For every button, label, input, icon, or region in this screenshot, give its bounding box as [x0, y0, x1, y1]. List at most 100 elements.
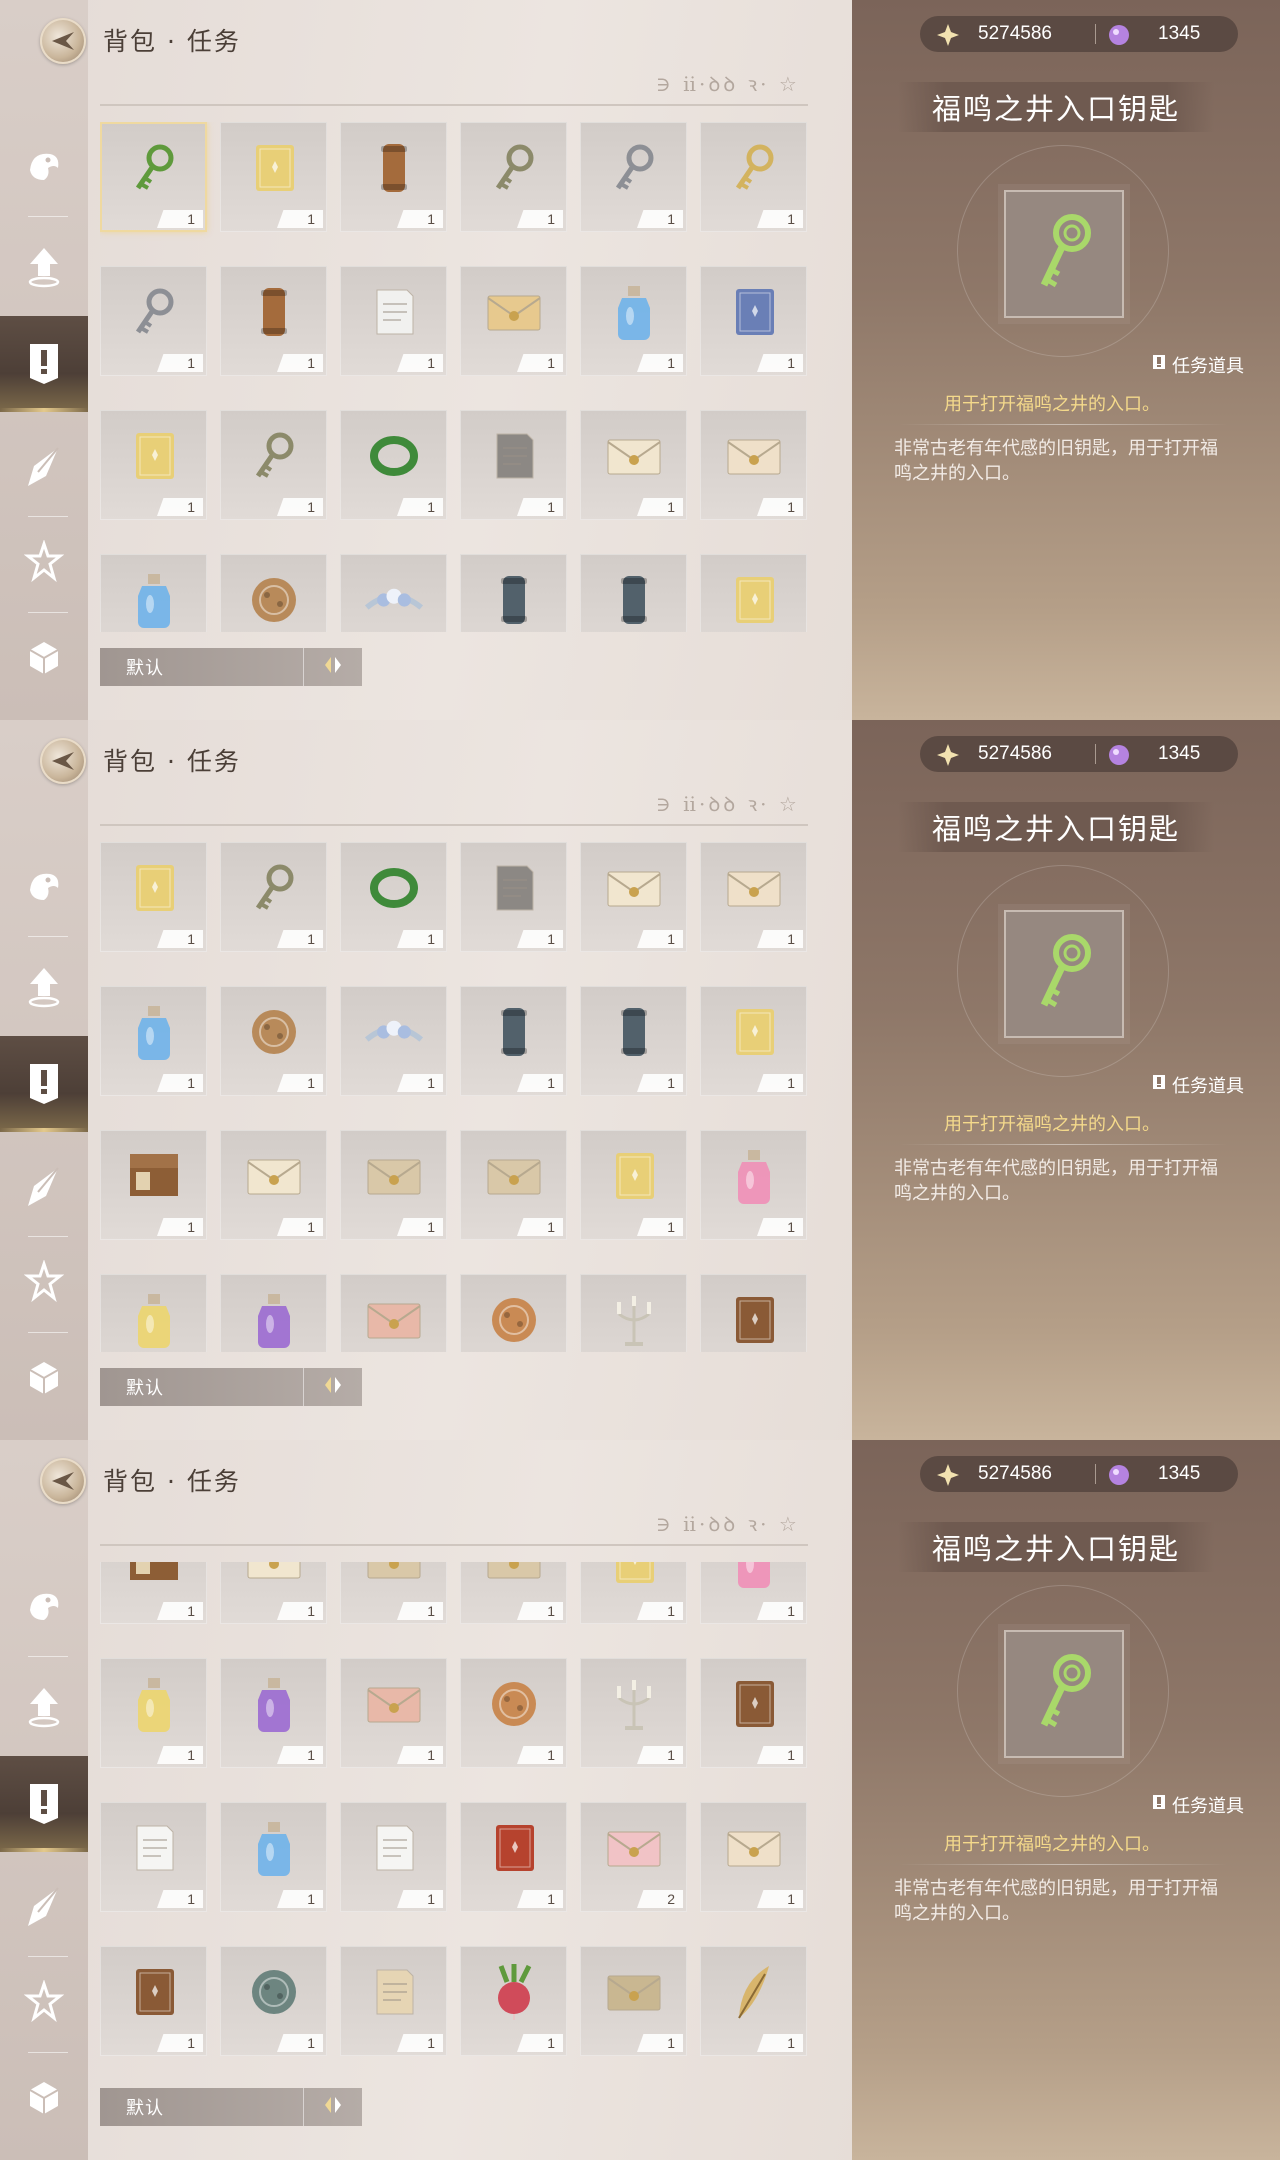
- inventory-slot[interactable]: 1: [220, 1562, 327, 1624]
- sort-dropdown[interactable]: 默认: [100, 1368, 362, 1406]
- inventory-slot[interactable]: 1: [460, 1562, 567, 1624]
- inventory-slot[interactable]: 1: [100, 1658, 207, 1768]
- inventory-slot[interactable]: 1: [700, 1802, 807, 1912]
- inventory-slot[interactable]: [580, 554, 687, 632]
- inventory-slot[interactable]: [340, 554, 447, 632]
- sidebar-item-shell[interactable]: [0, 840, 88, 936]
- gem-currency-icon[interactable]: [1106, 742, 1132, 774]
- inventory-slot[interactable]: 1: [700, 842, 807, 952]
- inventory-slot[interactable]: [460, 554, 567, 632]
- sidebar-item-star-sparkle[interactable]: [0, 1956, 88, 2052]
- inventory-slot[interactable]: 1: [220, 1802, 327, 1912]
- inventory-slot[interactable]: 1: [700, 410, 807, 520]
- inventory-slot[interactable]: 1: [460, 1658, 567, 1768]
- inventory-slot[interactable]: 1: [340, 122, 447, 232]
- inventory-slot[interactable]: 1: [100, 842, 207, 952]
- inventory-slot[interactable]: 1: [100, 1946, 207, 2056]
- sidebar-item-cube[interactable]: [0, 1332, 88, 1428]
- inventory-slot[interactable]: 1: [700, 1562, 807, 1624]
- inventory-slot[interactable]: [340, 1274, 447, 1352]
- sidebar-item-quest-exclamation[interactable]: [0, 1756, 88, 1852]
- inventory-slot[interactable]: 1: [700, 1658, 807, 1768]
- inventory-slot[interactable]: 1: [460, 266, 567, 376]
- sidebar-item-crystal-feather[interactable]: [0, 420, 88, 516]
- inventory-slot[interactable]: 1: [460, 842, 567, 952]
- inventory-slot[interactable]: 1: [340, 1946, 447, 2056]
- inventory-slot[interactable]: 1: [580, 1658, 687, 1768]
- sidebar-item-quest-exclamation[interactable]: [0, 1036, 88, 1132]
- gem-currency-icon[interactable]: [1106, 1462, 1132, 1494]
- inventory-slot[interactable]: 1: [340, 986, 447, 1096]
- inventory-slot[interactable]: 1: [580, 410, 687, 520]
- inventory-slot[interactable]: 1: [220, 986, 327, 1096]
- inventory-slot[interactable]: 1: [340, 842, 447, 952]
- inventory-slot[interactable]: 1: [100, 1802, 207, 1912]
- inventory-slot[interactable]: 1: [700, 122, 807, 232]
- item-grid[interactable]: 1 1 1 1 1 1 1 1 1 1: [100, 1562, 820, 2072]
- inventory-slot[interactable]: 1: [220, 266, 327, 376]
- inventory-slot[interactable]: [700, 1274, 807, 1352]
- sidebar-item-cube[interactable]: [0, 612, 88, 708]
- inventory-slot[interactable]: [580, 1274, 687, 1352]
- inventory-slot[interactable]: 1: [580, 266, 687, 376]
- inventory-slot[interactable]: 1: [460, 1946, 567, 2056]
- sidebar-item-cube[interactable]: [0, 2052, 88, 2148]
- inventory-slot[interactable]: 1: [580, 842, 687, 952]
- inventory-slot[interactable]: 1: [580, 1562, 687, 1624]
- sort-toggle-button[interactable]: [303, 1368, 362, 1406]
- inventory-slot[interactable]: 1: [700, 266, 807, 376]
- inventory-slot[interactable]: 1: [340, 1658, 447, 1768]
- sidebar-item-star-sparkle[interactable]: [0, 1236, 88, 1332]
- inventory-slot[interactable]: 1: [100, 1562, 207, 1624]
- inventory-slot[interactable]: [460, 1274, 567, 1352]
- sidebar-item-crystal-feather[interactable]: [0, 1140, 88, 1236]
- inventory-slot[interactable]: [100, 1274, 207, 1352]
- inventory-slot[interactable]: 1: [220, 1130, 327, 1240]
- inventory-slot[interactable]: 1: [700, 1946, 807, 2056]
- inventory-slot[interactable]: 1: [220, 842, 327, 952]
- inventory-slot[interactable]: 1: [460, 122, 567, 232]
- sidebar-item-crystal-feather[interactable]: [0, 1860, 88, 1956]
- inventory-slot[interactable]: 1: [580, 986, 687, 1096]
- sort-dropdown[interactable]: 默认: [100, 2088, 362, 2126]
- inventory-slot[interactable]: 1: [460, 1130, 567, 1240]
- inventory-slot[interactable]: 1: [100, 122, 207, 232]
- inventory-slot[interactable]: 2: [580, 1802, 687, 1912]
- sort-dropdown[interactable]: 默认: [100, 648, 362, 686]
- inventory-slot[interactable]: 1: [100, 1130, 207, 1240]
- inventory-slot[interactable]: 1: [100, 410, 207, 520]
- inventory-slot[interactable]: 1: [340, 1802, 447, 1912]
- game-logo-icon[interactable]: [40, 1458, 86, 1504]
- sort-toggle-button[interactable]: [303, 648, 362, 686]
- inventory-slot[interactable]: 1: [340, 1130, 447, 1240]
- sort-toggle-button[interactable]: [303, 2088, 362, 2126]
- inventory-slot[interactable]: 1: [700, 1130, 807, 1240]
- inventory-slot[interactable]: 1: [340, 1562, 447, 1624]
- sidebar-item-upload-arrow[interactable]: [0, 940, 88, 1036]
- item-grid[interactable]: 1 1 1 1 1 1 1 1 1 1: [100, 122, 820, 632]
- inventory-slot[interactable]: 1: [220, 410, 327, 520]
- inventory-slot[interactable]: 1: [580, 1946, 687, 2056]
- inventory-slot[interactable]: 1: [220, 1658, 327, 1768]
- sidebar-item-star-sparkle[interactable]: [0, 516, 88, 612]
- sidebar-item-shell[interactable]: [0, 120, 88, 216]
- gem-currency-icon[interactable]: [1106, 22, 1132, 54]
- inventory-slot[interactable]: 1: [460, 1802, 567, 1912]
- game-logo-icon[interactable]: [40, 738, 86, 784]
- inventory-slot[interactable]: 1: [100, 986, 207, 1096]
- inventory-slot[interactable]: 1: [100, 266, 207, 376]
- inventory-slot[interactable]: 1: [580, 1130, 687, 1240]
- inventory-slot[interactable]: 1: [580, 122, 687, 232]
- inventory-slot[interactable]: 1: [700, 986, 807, 1096]
- inventory-slot[interactable]: 1: [460, 986, 567, 1096]
- inventory-slot[interactable]: 1: [340, 410, 447, 520]
- inventory-slot[interactable]: [700, 554, 807, 632]
- game-logo-icon[interactable]: [40, 18, 86, 64]
- sidebar-item-quest-exclamation[interactable]: [0, 316, 88, 412]
- sidebar-item-upload-arrow[interactable]: [0, 1660, 88, 1756]
- inventory-slot[interactable]: 1: [460, 410, 567, 520]
- inventory-slot[interactable]: [220, 554, 327, 632]
- sidebar-item-shell[interactable]: [0, 1560, 88, 1656]
- inventory-slot[interactable]: 1: [340, 266, 447, 376]
- item-grid[interactable]: 1 1 1 1 1 1 1 1 1 1: [100, 842, 820, 1352]
